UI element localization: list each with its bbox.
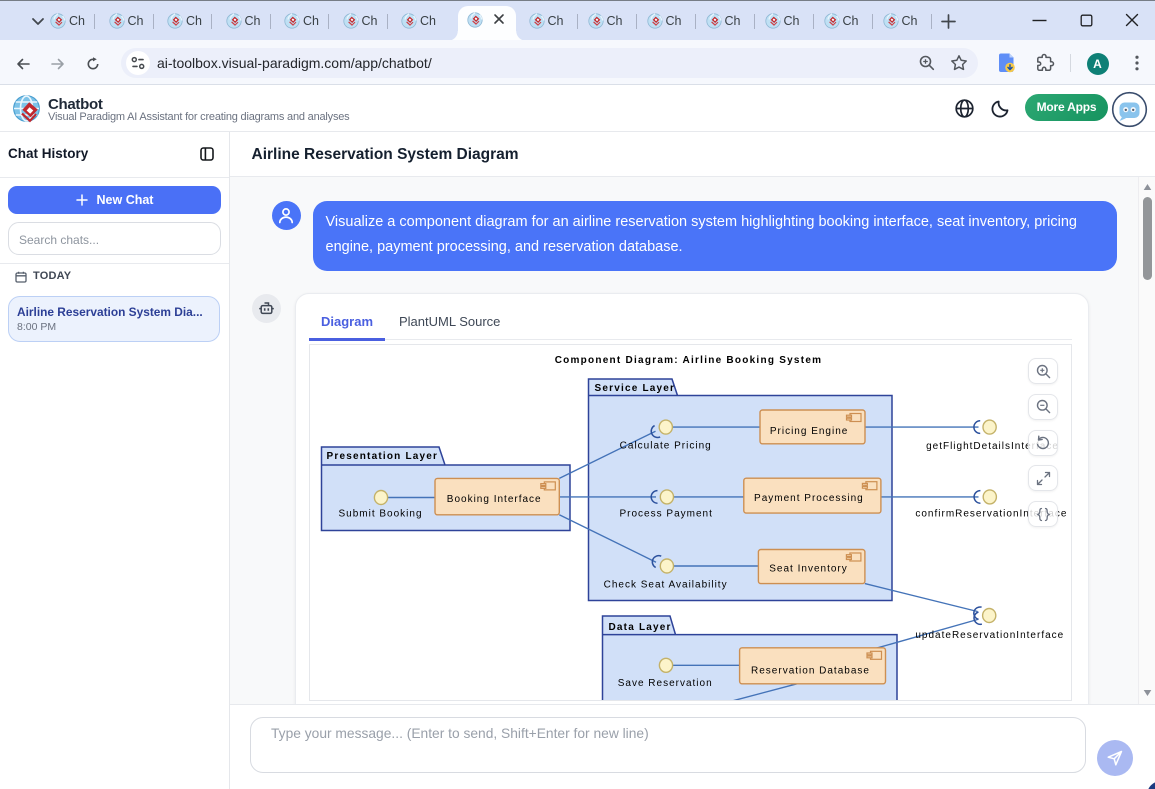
svg-text:Reservation Database: Reservation Database (751, 665, 870, 676)
svg-text:Presentation Layer: Presentation Layer (327, 451, 439, 462)
svg-text:Save Reservation: Save Reservation (618, 678, 713, 689)
svg-text:Seat Inventory: Seat Inventory (769, 564, 847, 575)
svg-text:Data Layer: Data Layer (609, 622, 672, 633)
svg-text:Submit Booking: Submit Booking (338, 509, 422, 520)
svg-text:Booking Interface: Booking Interface (447, 494, 542, 505)
svg-text:Service Layer: Service Layer (595, 383, 676, 394)
svg-text:Component Diagram: Airline Boo: Component Diagram: Airline Booking Syste… (555, 355, 823, 366)
svg-text:Process Payment: Process Payment (620, 509, 713, 520)
svg-text:Check Seat Availability: Check Seat Availability (604, 580, 728, 591)
svg-text:Payment Processing: Payment Processing (754, 493, 864, 504)
svg-text:Pricing Engine: Pricing Engine (770, 426, 848, 437)
svg-text:Calculate Pricing: Calculate Pricing (620, 440, 712, 451)
svg-text:updateReservationInterface: updateReservationInterface (915, 630, 1064, 641)
